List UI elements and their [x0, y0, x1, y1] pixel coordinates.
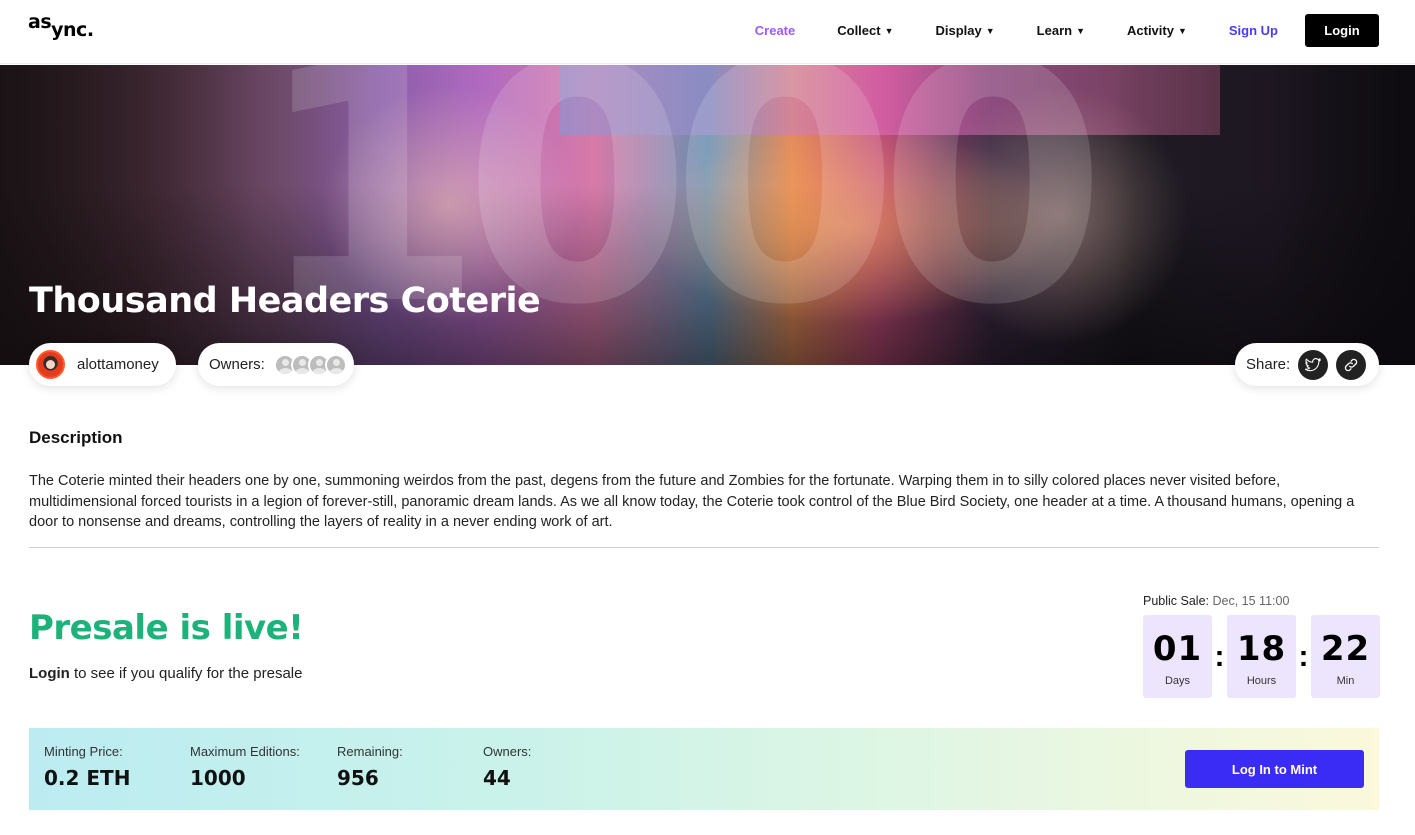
countdown-hours-unit: Hours — [1246, 675, 1277, 687]
stat-value: 44 — [483, 766, 511, 790]
presale-prompt-text: to see if you qualify for the presale — [69, 665, 303, 682]
countdown-days-unit: Days — [1164, 675, 1191, 687]
log-in-to-mint-button[interactable]: Log In to Mint — [1185, 750, 1364, 788]
chevron-down-icon: ▼ — [1076, 26, 1085, 36]
collection-banner-image: 1000 Thousand Headers Coterie — [0, 65, 1415, 365]
owner-avatar-stack — [273, 353, 347, 376]
nav-collect[interactable]: Collect ▼ — [837, 23, 893, 38]
owner-avatar — [324, 353, 347, 376]
nav-learn[interactable]: Learn ▼ — [1037, 23, 1085, 38]
countdown-separator: : — [1214, 639, 1225, 673]
creator-avatar — [36, 350, 65, 379]
share-pill: Share: — [1235, 343, 1379, 386]
copy-link-button[interactable] — [1336, 349, 1367, 380]
main-nav: Create Collect ▼ Display ▼ Learn ▼ Activity… — [755, 14, 1379, 47]
countdown-separator: : — [1298, 639, 1309, 673]
nav-display[interactable]: Display ▼ — [936, 23, 995, 38]
stat-label: Remaining: — [337, 744, 403, 759]
stat-label: Owners: — [483, 744, 532, 759]
nav-collect-label: Collect — [837, 23, 881, 38]
twitter-share-button[interactable] — [1298, 349, 1329, 380]
countdown-hours: 18 Hours — [1227, 615, 1296, 698]
nav-display-label: Display — [935, 23, 982, 38]
stat-minting-price: Minting Price: 0.2 ETH — [44, 744, 130, 790]
creator-name: alottamoney — [77, 356, 159, 373]
countdown-days: 01 Days — [1143, 615, 1212, 698]
stat-label: Maximum Editions: — [190, 744, 300, 759]
chevron-down-icon: ▼ — [884, 26, 894, 36]
public-sale-label: Public Sale: Dec, 15 11:00 — [1143, 594, 1289, 608]
top-navigation-bar: async. Create Collect ▼ Display ▼ Learn ▼ A… — [0, 0, 1415, 64]
stat-remaining: Remaining: 956 — [337, 744, 403, 790]
presale-login-prompt: Login to see if you qualify for the pres… — [29, 665, 302, 682]
link-icon — [1344, 358, 1358, 371]
nav-learn-label: Learn — [1036, 23, 1073, 38]
login-button[interactable]: Login — [1305, 14, 1379, 47]
logo-part-2: ync. — [51, 19, 94, 41]
presale-login-link[interactable]: Login — [29, 665, 70, 682]
owners-pill[interactable]: Owners: — [198, 343, 354, 386]
public-sale-label-text: Public Sale: — [1143, 594, 1210, 608]
stat-value: 956 — [337, 766, 379, 790]
nav-create[interactable]: Create — [755, 23, 795, 38]
sign-up-link[interactable]: Sign Up — [1229, 23, 1278, 38]
collection-title: Thousand Headers Coterie — [29, 281, 541, 321]
presale-status-title: Presale is live! — [29, 608, 304, 648]
stat-label: Minting Price: — [44, 744, 123, 759]
stat-maximum-editions: Maximum Editions: 1000 — [190, 744, 300, 790]
nav-activity[interactable]: Activity ▼ — [1127, 23, 1187, 38]
stat-value: 1000 — [190, 766, 246, 790]
logo-part-1: as — [28, 11, 52, 33]
countdown-hours-value: 18 — [1236, 629, 1287, 669]
section-divider — [29, 547, 1379, 548]
banner-shade-right — [1115, 65, 1415, 365]
owners-label: Owners: — [209, 356, 265, 373]
countdown-days-value: 01 — [1152, 629, 1203, 669]
description-text: The Coterie minted their headers one by … — [29, 473, 1355, 530]
description-heading: Description — [29, 428, 123, 447]
countdown-minutes-unit: Min — [1336, 675, 1355, 687]
chevron-down-icon: ▼ — [1177, 26, 1187, 36]
countdown-minutes-value: 22 — [1320, 629, 1371, 669]
countdown-timer: 01 Days : 18 Hours : 22 Min — [1143, 615, 1380, 698]
public-sale-date: Dec, 15 11:00 — [1209, 594, 1290, 608]
creator-pill[interactable]: alottamoney — [29, 343, 176, 386]
mint-info-bar: Minting Price: 0.2 ETH Maximum Editions:… — [29, 728, 1379, 810]
twitter-icon — [1305, 357, 1322, 371]
nav-activity-label: Activity — [1127, 23, 1174, 38]
chevron-down-icon: ▼ — [985, 26, 995, 36]
countdown-minutes: 22 Min — [1311, 615, 1380, 698]
stat-owners: Owners: 44 — [483, 744, 531, 790]
share-label: Share: — [1246, 356, 1291, 373]
stat-value: 0.2 ETH — [44, 766, 131, 790]
async-logo[interactable]: async. — [28, 11, 94, 41]
